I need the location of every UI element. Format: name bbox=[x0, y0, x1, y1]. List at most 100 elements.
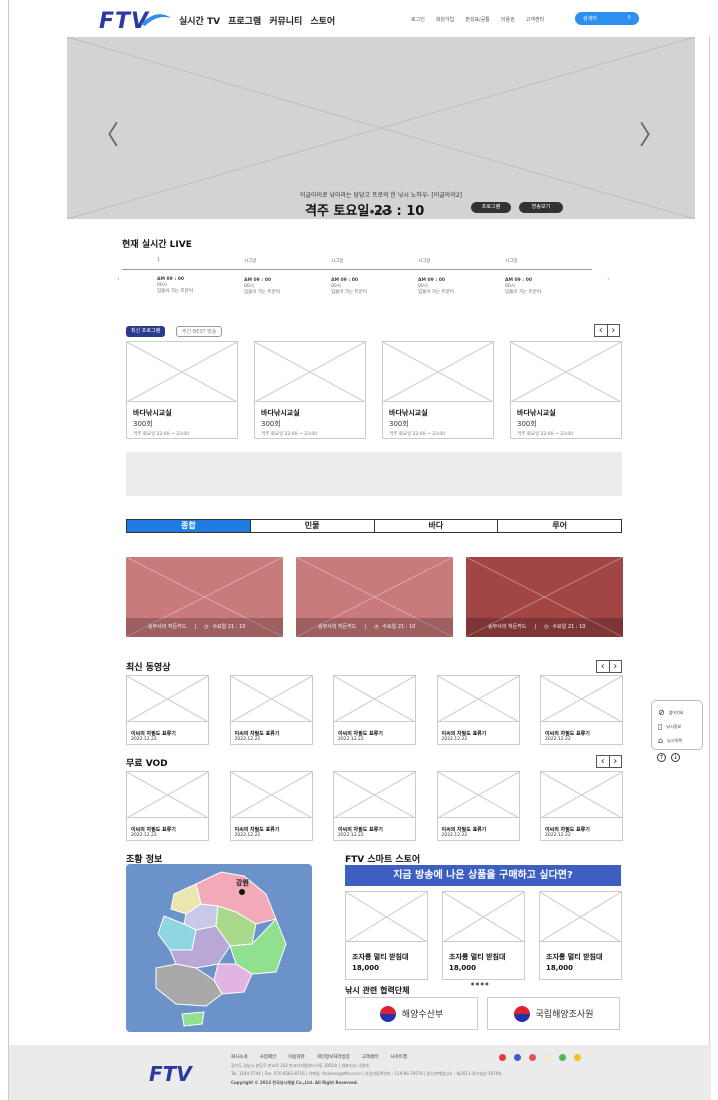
live-channel[interactable]: 1 AM 09 : 00 00시 입돌이 가는 트분이 bbox=[157, 258, 237, 294]
program-card[interactable]: 바다낚시교실 300회 격주 화요일 22:00 ~ 23:00 bbox=[254, 341, 366, 439]
video-date: 2022.12.22 bbox=[441, 833, 468, 838]
ad-banner[interactable] bbox=[126, 452, 622, 496]
sns-icon[interactable] bbox=[514, 1054, 521, 1061]
partner-khoa[interactable]: 국립해양조사원 bbox=[487, 997, 620, 1030]
hero-banner[interactable]: 〈 〉 이글아이로 낚아라는 당당고 프로의 한 낚시 노하우- [이글아이2]… bbox=[67, 37, 695, 219]
footer-link-privacy[interactable]: 개인정보처리방침 bbox=[317, 1054, 350, 1060]
side-item-fishing-spot[interactable]: ⌂ 낚시독백 bbox=[658, 736, 682, 745]
partner-mof[interactable]: 해양수산부 bbox=[345, 997, 478, 1030]
category-tabs: 종합 민물 바다 루어 bbox=[126, 519, 622, 533]
live-prev-arrow[interactable]: ‹ bbox=[117, 275, 120, 283]
footer-link-support[interactable]: 고객센터 bbox=[362, 1054, 379, 1060]
video-card[interactable]: 이씨의 자필도 표류기 2022.12.22 bbox=[436, 771, 520, 841]
video-thumbnail bbox=[230, 772, 312, 818]
search-input[interactable]: 검색어 ⚲ bbox=[575, 12, 639, 25]
placeholder-image-icon bbox=[334, 772, 415, 818]
live-channel[interactable]: 시그널 AM 09 : 00 00시 입돌이 가는 트분이 bbox=[244, 258, 324, 295]
featured-card[interactable]: 승부사의 히든카드 | ◷ 수요일 21 : 10 bbox=[466, 557, 623, 637]
video-card[interactable]: 이씨의 자필도 표류기 2022.12.22 bbox=[126, 771, 209, 841]
product-card[interactable]: 조자룡 멀티 받침대 18,000 bbox=[442, 891, 525, 980]
side-item-fishing-info[interactable]: ▯ 낚시정보 bbox=[658, 722, 681, 731]
schedule-link[interactable]: 편성표/공통 bbox=[465, 16, 490, 23]
search-icon[interactable]: ⚲ bbox=[627, 15, 631, 22]
product-name: 조자룡 멀티 받침대 bbox=[449, 953, 506, 961]
ticket-link[interactable]: 이용권 bbox=[501, 16, 515, 23]
program-thumbnail bbox=[255, 342, 365, 402]
sns-icon[interactable] bbox=[544, 1054, 551, 1061]
nav-store[interactable]: 스토어 bbox=[310, 14, 335, 27]
chevron-right-icon[interactable]: › bbox=[608, 661, 622, 672]
video-card[interactable]: 이씨의 자필도 표류기 2022.12.22 bbox=[333, 675, 416, 745]
sns-icon[interactable] bbox=[574, 1054, 581, 1061]
video-card[interactable]: 이씨의 자필도 표류기 2022.12.22 bbox=[540, 771, 623, 841]
support-link[interactable]: 고객센터 bbox=[526, 16, 544, 23]
hero-pagination[interactable]: ● ● ● ● bbox=[67, 209, 695, 215]
login-link[interactable]: 로그인 bbox=[411, 16, 425, 23]
nav-live-tv[interactable]: 실시간 TV bbox=[179, 14, 220, 27]
program-card[interactable]: 바다낚시교실 300회 격주 화요일 22:00 ~ 23:00 bbox=[382, 341, 494, 439]
program-title: 바다낚시교실 bbox=[261, 409, 300, 417]
nav-program[interactable]: 프로그램 bbox=[228, 14, 261, 27]
side-item-bookmark[interactable]: ⊘ 점어기요 bbox=[658, 708, 683, 717]
hero-next-arrow[interactable]: 〉 bbox=[639, 115, 665, 152]
chevron-left-icon[interactable]: ‹ bbox=[597, 661, 609, 672]
chevron-left-icon[interactable]: ‹ bbox=[597, 756, 609, 767]
hero-prev-arrow[interactable]: 〈 bbox=[93, 115, 119, 152]
video-card[interactable]: 이씨의 자필도 표류기 2022.12.22 bbox=[229, 771, 313, 841]
footer-link-about[interactable]: 회사소개 bbox=[231, 1054, 248, 1060]
store-banner[interactable]: 지금 방송에 나온 상품을 구매하고 싶다면? bbox=[345, 865, 621, 886]
program-card[interactable]: 바다낚시교실 300회 격주 화요일 22:00 ~ 23:00 bbox=[126, 341, 238, 439]
region-map[interactable]: 강원 bbox=[126, 864, 312, 1032]
footer-logo[interactable]: FTV bbox=[149, 1062, 192, 1086]
program-episode: 300회 bbox=[389, 420, 409, 428]
placeholder-image-icon bbox=[230, 676, 312, 722]
sns-icon[interactable] bbox=[529, 1054, 536, 1061]
tab-lure[interactable]: 루어 bbox=[497, 520, 621, 532]
store-pagination[interactable]: ● ● ● ● bbox=[471, 981, 489, 986]
live-channel[interactable]: 시그널 AM 09 : 00 00시 입돌이 가는 트분이 bbox=[331, 258, 411, 295]
free-vod-title: 무료 VOD bbox=[126, 759, 168, 769]
house-icon: ⌂ bbox=[658, 736, 664, 745]
sns-icon[interactable] bbox=[559, 1054, 566, 1061]
nav-community[interactable]: 커뮤니티 bbox=[269, 14, 302, 27]
video-card[interactable]: 이씨의 자필도 표류기 2022.12.22 bbox=[229, 675, 313, 745]
program-time: 격주 화요일 22:00 ~ 23:00 bbox=[133, 432, 190, 437]
placeholder-image-icon bbox=[346, 892, 427, 942]
footer-link-proposal[interactable]: 사업제안 bbox=[260, 1054, 277, 1060]
signup-link[interactable]: 회원가입 bbox=[436, 16, 454, 23]
live-channel[interactable]: 시그널 AM 09 : 00 00시 입돌이 가는 트분이 bbox=[505, 258, 585, 295]
featured-card[interactable]: 승부사의 히든카드 | ◷ 수요일 21 : 10 bbox=[126, 557, 283, 637]
product-card[interactable]: 조자룡 멀티 받침대 18,000 bbox=[345, 891, 428, 980]
program-time: 격주 화요일 22:00 ~ 23:00 bbox=[517, 432, 574, 437]
video-card[interactable]: 이씨의 자필도 표류기 2022.12.22 bbox=[436, 675, 520, 745]
chevron-right-icon[interactable]: › bbox=[606, 325, 620, 336]
footer-contact: Tel. 1544-5744 | Fax. 070-8282-8716 | 이메… bbox=[231, 1071, 502, 1076]
placeholder-image-icon bbox=[230, 772, 312, 818]
footer-link-terms[interactable]: 이용약관 bbox=[288, 1054, 305, 1060]
program-card[interactable]: 바다낚시교실 300회 격주 화요일 22:00 ~ 23:00 bbox=[510, 341, 622, 439]
footer-link-sitemap[interactable]: 사이트맵 bbox=[390, 1054, 407, 1060]
tab-freshwater[interactable]: 민물 bbox=[249, 520, 374, 532]
tab-latest-programs[interactable]: 최신 프로그램 bbox=[126, 326, 166, 337]
live-next-arrow[interactable]: › bbox=[607, 275, 610, 283]
chevron-left-icon[interactable]: ‹ bbox=[595, 325, 607, 336]
video-card[interactable]: 이씨의 자필도 표류기 2022.12.22 bbox=[333, 771, 416, 841]
live-channel[interactable]: 시그널 AM 09 : 00 00시 입돌이 가는 트분이 bbox=[418, 258, 498, 295]
product-card[interactable]: 조자룡 멀티 받침대 18,000 bbox=[539, 891, 622, 980]
tab-weekly-best[interactable]: 주간 BEST 방송 bbox=[176, 326, 223, 337]
product-thumbnail bbox=[346, 892, 427, 942]
channel-desc: 입돌이 가는 트분이 bbox=[244, 290, 280, 295]
featured-name: 승부사의 히든카드 bbox=[148, 624, 187, 630]
scroll-bottom-icon[interactable]: ↓ bbox=[671, 753, 680, 762]
scroll-top-icon[interactable]: ↑ bbox=[657, 753, 666, 762]
divider: | bbox=[194, 624, 197, 630]
tab-sea[interactable]: 바다 bbox=[373, 520, 498, 532]
tab-general[interactable]: 종합 bbox=[127, 520, 250, 532]
video-card[interactable]: 이씨의 자필도 표류기 2022.12.22 bbox=[126, 675, 209, 745]
featured-card[interactable]: 승부사의 히든카드 | ◷ 수요일 21 : 10 bbox=[296, 557, 453, 637]
map-region-label: 강원 bbox=[236, 879, 249, 887]
chevron-right-icon[interactable]: › bbox=[608, 756, 622, 767]
video-card[interactable]: 이씨의 자필도 표류기 2022.12.22 bbox=[540, 675, 623, 745]
sns-icon[interactable] bbox=[499, 1054, 506, 1061]
clock-icon: ◷ bbox=[204, 624, 209, 630]
